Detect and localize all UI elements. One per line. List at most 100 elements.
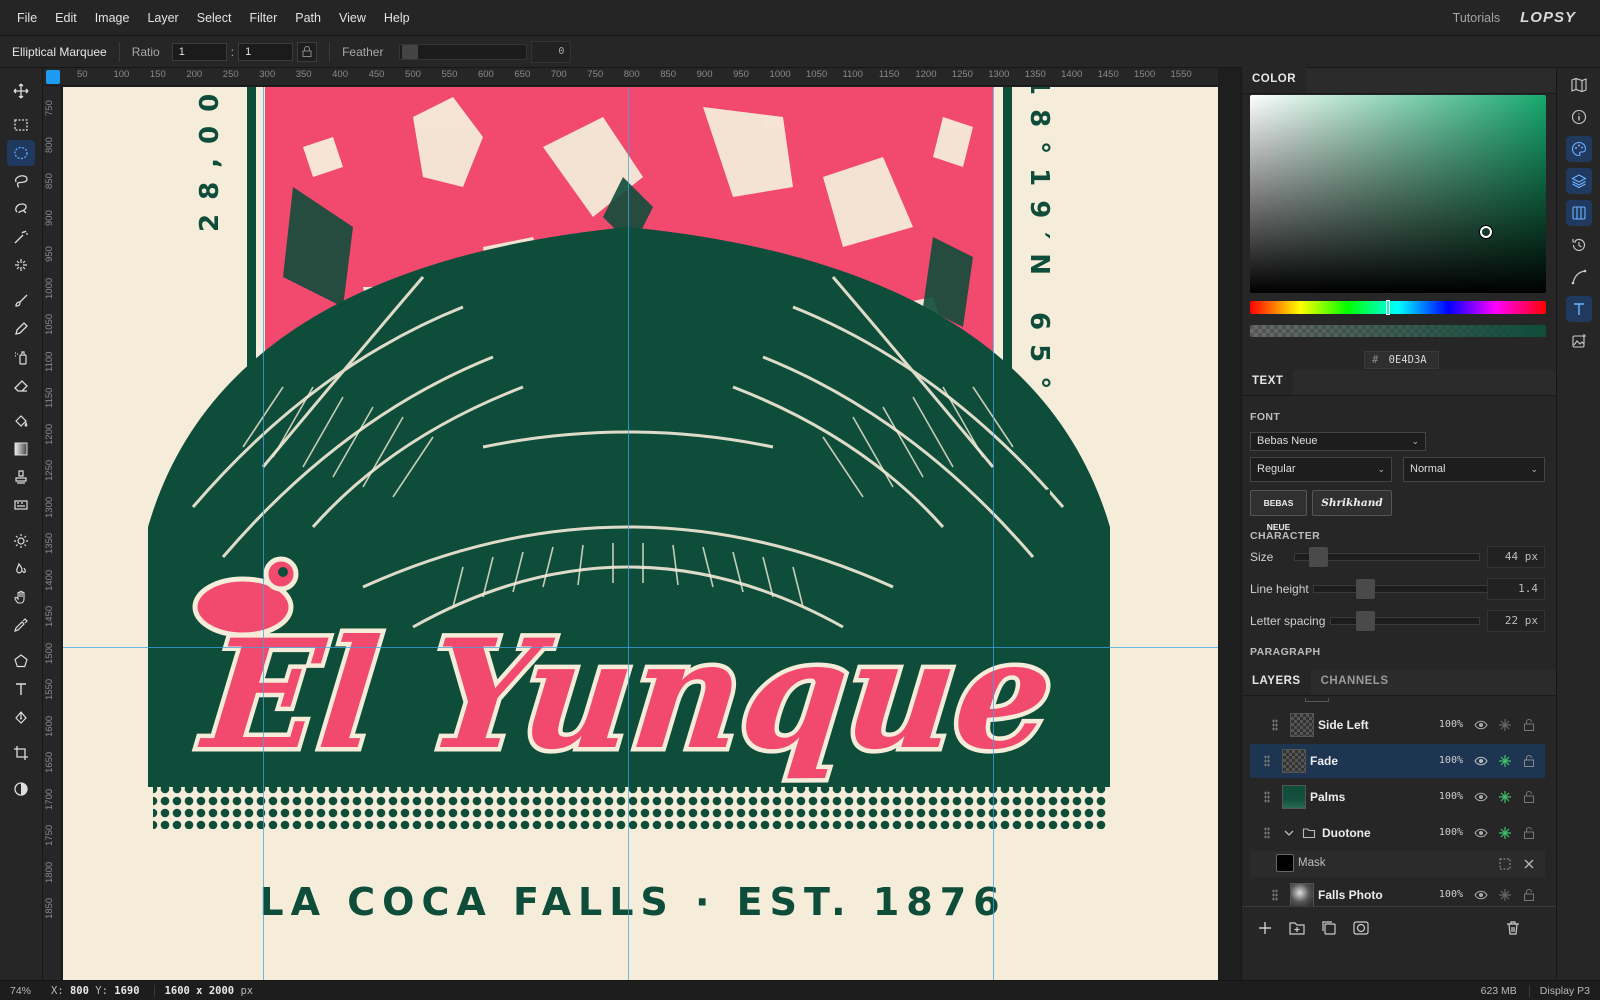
navigator-panel-button[interactable] xyxy=(1566,72,1592,98)
font-weight-select[interactable]: Normal ⌄ xyxy=(1403,457,1545,482)
shape-tool[interactable] xyxy=(7,648,35,674)
ruler-origin-button[interactable] xyxy=(46,70,60,84)
close-icon[interactable] xyxy=(1522,857,1536,871)
drag-handle-icon[interactable] xyxy=(1272,889,1278,901)
menu-file[interactable]: File xyxy=(8,0,46,36)
tutorials-link[interactable]: Tutorials xyxy=(1453,11,1500,25)
tab-text[interactable]: TEXT xyxy=(1242,369,1294,395)
unlock-icon[interactable] xyxy=(1522,718,1536,732)
text-panel-button[interactable] xyxy=(1566,296,1592,322)
eraser-tool[interactable] xyxy=(7,372,35,398)
history-panel-button[interactable] xyxy=(1566,232,1592,258)
guide-vertical-2[interactable] xyxy=(628,87,629,980)
tab-color[interactable]: COLOR xyxy=(1242,67,1307,93)
size-input[interactable]: 44 px xyxy=(1487,546,1545,568)
effects-icon[interactable] xyxy=(1498,790,1512,804)
drag-handle-icon[interactable] xyxy=(1272,719,1278,731)
size-slider-thumb[interactable] xyxy=(1309,547,1328,567)
ruler-horizontal[interactable]: 50 100 150 200 250 300 350 400 450 500 550 600 650 70… xyxy=(43,68,1218,86)
ratio-width-input[interactable]: 1 xyxy=(171,42,227,61)
color-panel-button[interactable] xyxy=(1566,136,1592,162)
channels-panel-button[interactable] xyxy=(1566,200,1592,226)
trash-icon[interactable] xyxy=(1504,919,1522,937)
guide-vertical-1[interactable] xyxy=(263,87,264,980)
pattern-tool[interactable] xyxy=(7,492,35,518)
add-layer-button[interactable] xyxy=(1256,919,1274,937)
add-mask-button[interactable] xyxy=(1352,919,1370,937)
pen-tool[interactable] xyxy=(7,704,35,730)
feather-slider-thumb[interactable] xyxy=(402,44,419,59)
layer-row-fade[interactable]: Fade 100% xyxy=(1250,744,1545,778)
hex-input[interactable]: # 0E4D3A xyxy=(1364,351,1439,369)
image-panel-button[interactable] xyxy=(1566,328,1592,354)
effects-icon[interactable] xyxy=(1498,718,1512,732)
mask-select-icon[interactable] xyxy=(1498,857,1512,871)
menu-filter[interactable]: Filter xyxy=(240,0,286,36)
drag-handle-icon[interactable] xyxy=(1264,755,1270,767)
guide-horizontal-1[interactable] xyxy=(63,647,1218,648)
duplicate-layer-button[interactable] xyxy=(1320,919,1338,937)
fill-tool[interactable] xyxy=(7,408,35,434)
ruler-vertical[interactable]: 750 800 850 900 950 1000 1050 1100 1150 1200 1250 1… xyxy=(43,86,62,980)
font-style-select[interactable]: Regular ⌄ xyxy=(1250,457,1392,482)
text-tool[interactable] xyxy=(7,676,35,702)
color-swap-tool[interactable] xyxy=(7,776,35,802)
unlock-icon[interactable] xyxy=(1522,826,1536,840)
move-tool[interactable] xyxy=(7,78,35,104)
layer-row-mask[interactable]: Mask xyxy=(1250,851,1545,877)
drag-handle-icon[interactable] xyxy=(1264,827,1270,839)
menu-select[interactable]: Select xyxy=(188,0,241,36)
elliptical-marquee-tool[interactable] xyxy=(7,140,35,166)
line-height-slider[interactable] xyxy=(1313,585,1495,593)
letter-spacing-input[interactable]: 22 px xyxy=(1487,610,1545,632)
color-picker-cursor[interactable] xyxy=(1480,226,1492,238)
crop-tool[interactable] xyxy=(7,740,35,766)
hand-tool[interactable] xyxy=(7,584,35,610)
layers-panel-button[interactable] xyxy=(1566,168,1592,194)
eye-icon[interactable] xyxy=(1474,718,1488,732)
alpha-slider[interactable] xyxy=(1250,325,1546,337)
quick-select-tool[interactable] xyxy=(7,252,35,278)
layer-row-side-left[interactable]: Side Left 100% xyxy=(1250,708,1545,742)
chevron-down-icon[interactable] xyxy=(1282,826,1296,840)
paths-panel-button[interactable] xyxy=(1566,264,1592,290)
effects-icon[interactable] xyxy=(1498,754,1512,768)
letter-spacing-slider[interactable] xyxy=(1330,617,1480,625)
stamp-tool[interactable] xyxy=(7,464,35,490)
eye-icon[interactable] xyxy=(1474,888,1488,902)
unlock-icon[interactable] xyxy=(1522,888,1536,902)
color-profile[interactable]: Display P3 xyxy=(1528,984,1590,997)
effects-icon[interactable] xyxy=(1498,826,1512,840)
eye-icon[interactable] xyxy=(1474,790,1488,804)
pencil-tool[interactable] xyxy=(7,316,35,342)
line-height-slider-thumb[interactable] xyxy=(1356,579,1375,599)
layer-row-duotone-group[interactable]: Duotone 100% xyxy=(1250,816,1545,850)
drag-handle-icon[interactable] xyxy=(1264,791,1270,803)
info-panel-button[interactable] xyxy=(1566,104,1592,130)
lasso-tool[interactable] xyxy=(7,168,35,194)
eyedropper-tool[interactable] xyxy=(7,612,35,638)
feather-value-input[interactable]: 0 xyxy=(531,40,572,63)
gradient-tool[interactable] xyxy=(7,436,35,462)
new-group-button[interactable] xyxy=(1288,919,1306,937)
eye-icon[interactable] xyxy=(1474,754,1488,768)
feather-slider[interactable] xyxy=(399,43,528,60)
menu-view[interactable]: View xyxy=(330,0,375,36)
tab-channels[interactable]: CHANNELS xyxy=(1311,669,1399,695)
unlock-icon[interactable] xyxy=(1522,754,1536,768)
layer-row-palms[interactable]: Palms 100% xyxy=(1250,780,1545,814)
unlock-icon[interactable] xyxy=(1522,790,1536,804)
letter-spacing-slider-thumb[interactable] xyxy=(1356,611,1375,631)
hue-slider-thumb[interactable] xyxy=(1386,300,1390,315)
document-canvas[interactable]: 28,000 ACRES 18°19′N 65°46′W El Yunque L… xyxy=(63,87,1218,980)
ratio-lock-button[interactable] xyxy=(297,41,318,62)
zoom-level[interactable]: 74% xyxy=(0,985,43,997)
menu-layer[interactable]: Layer xyxy=(138,0,187,36)
smudge-tool[interactable] xyxy=(7,556,35,582)
menu-edit[interactable]: Edit xyxy=(46,0,86,36)
effects-icon[interactable] xyxy=(1498,888,1512,902)
line-height-input[interactable]: 1.4 xyxy=(1487,578,1545,600)
menu-image[interactable]: Image xyxy=(86,0,139,36)
magnetic-lasso-tool[interactable] xyxy=(7,196,35,222)
tab-layers[interactable]: LAYERS xyxy=(1242,669,1311,695)
